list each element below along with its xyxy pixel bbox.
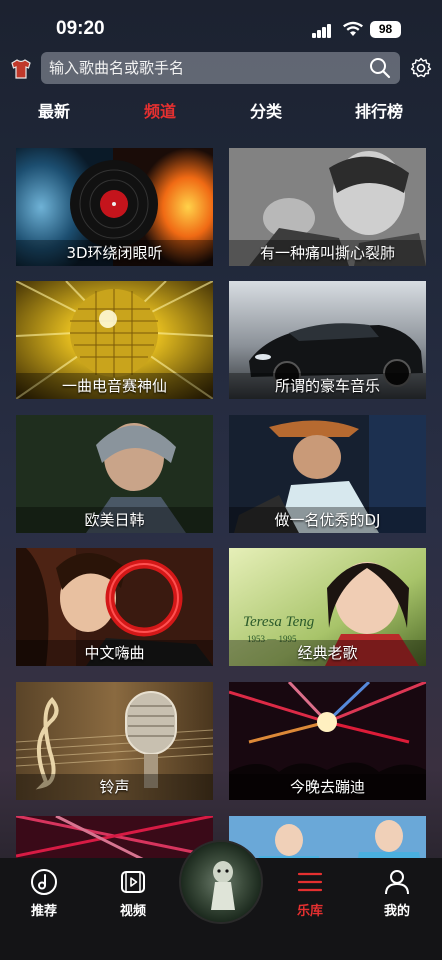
category-tabs: 最新 频道 分类 排行榜 (0, 98, 442, 126)
channel-card[interactable]: Teresa Teng 1953 — 1995 经典老歌 (229, 548, 426, 666)
tab-channel[interactable]: 频道 (125, 98, 195, 122)
card-label: 中文嗨曲 (16, 640, 213, 666)
card-label: 3D环绕闭眼听 (16, 240, 213, 266)
search-input[interactable] (49, 52, 359, 84)
channel-card[interactable]: 所谓的豪车音乐 (229, 281, 426, 399)
gear-icon[interactable] (410, 57, 432, 79)
battery-indicator: 98 (370, 21, 401, 38)
card-image (229, 816, 426, 858)
wifi-icon (343, 21, 363, 36)
user-icon (385, 870, 409, 895)
search-icon[interactable] (368, 56, 392, 80)
nav-library[interactable]: 乐库 (280, 868, 340, 928)
card-label: 有一种痛叫撕心裂肺 (229, 240, 426, 266)
search-row (0, 52, 442, 86)
tab-ranking[interactable]: 排行榜 (344, 98, 414, 122)
card-label: 所谓的豪车音乐 (229, 373, 426, 399)
nav-recommend[interactable]: 推荐 (14, 868, 74, 928)
search-box[interactable] (41, 52, 400, 84)
channel-card[interactable] (16, 816, 213, 858)
channel-card[interactable] (229, 816, 426, 858)
music-note-disc-icon (31, 869, 57, 895)
nav-label: 推荐 (30, 904, 57, 919)
shirt-icon[interactable] (10, 58, 32, 80)
nav-label: 乐库 (296, 904, 323, 919)
tab-latest[interactable]: 最新 (19, 98, 89, 122)
cellular-signal-icon (312, 24, 332, 38)
channel-card[interactable]: 今晚去蹦迪 (229, 682, 426, 800)
channel-grid: 3D环绕闭眼听 有一种痛叫撕心裂肺 一曲电音赛神仙 所谓的豪车音乐 欧美日韩 做… (0, 148, 442, 858)
card-art-caption: Teresa Teng (243, 614, 315, 630)
library-lines-icon (297, 872, 323, 892)
card-image (16, 816, 213, 858)
now-playing-disc[interactable] (179, 840, 263, 924)
album-cover-icon (211, 861, 235, 910)
channel-card[interactable]: 做一名优秀的DJ (229, 415, 426, 533)
card-label: 铃声 (16, 774, 213, 800)
nav-label: 我的 (383, 904, 410, 919)
channel-card[interactable]: 3D环绕闭眼听 (16, 148, 213, 266)
card-label: 做一名优秀的DJ (229, 507, 426, 533)
channel-card[interactable]: 铃声 (16, 682, 213, 800)
card-label: 经典老歌 (229, 640, 426, 666)
status-bar: 09:20 98 (0, 0, 442, 48)
nav-video[interactable]: 视频 (103, 868, 163, 928)
channel-card[interactable]: 中文嗨曲 (16, 548, 213, 666)
video-icon (121, 871, 145, 893)
card-label: 一曲电音赛神仙 (16, 373, 213, 399)
card-label: 欧美日韩 (16, 507, 213, 533)
card-label: 今晚去蹦迪 (229, 774, 426, 800)
nav-label: 视频 (119, 904, 146, 919)
tab-category[interactable]: 分类 (231, 98, 301, 122)
channel-card[interactable]: 有一种痛叫撕心裂肺 (229, 148, 426, 266)
channel-card[interactable]: 欧美日韩 (16, 415, 213, 533)
status-time: 09:20 (56, 18, 105, 39)
nav-mine[interactable]: 我的 (367, 868, 427, 928)
channel-card[interactable]: 一曲电音赛神仙 (16, 281, 213, 399)
